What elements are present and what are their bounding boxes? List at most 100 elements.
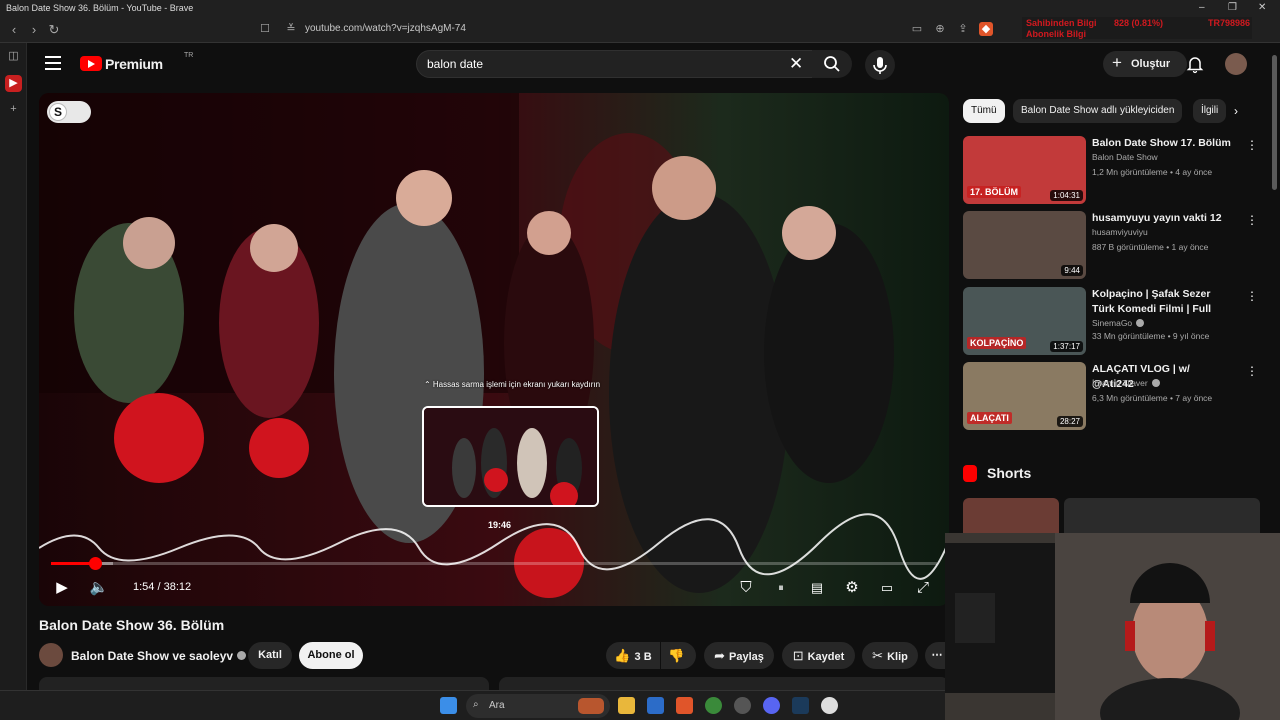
fullscreen-icon[interactable]: ⤢ xyxy=(910,575,936,601)
recommendation-channel[interactable]: İbrahim Tilaver xyxy=(1092,378,1148,388)
short-thumbnail[interactable] xyxy=(1064,498,1260,538)
reload-icon[interactable]: ↻ xyxy=(45,21,63,39)
brave-icon[interactable] xyxy=(676,697,693,714)
windows-start-icon[interactable] xyxy=(440,697,457,714)
forward-icon[interactable]: › xyxy=(25,21,43,39)
verified-icon xyxy=(237,651,247,660)
recommendation-thumbnail[interactable]: ALAÇATI 28:27 xyxy=(963,362,1086,430)
recommendation-channel-wrap[interactable]: SinemaGo xyxy=(1092,318,1145,328)
recommendation-channel-wrap[interactable]: husamviyuviyu xyxy=(1092,227,1148,237)
subscribe-button[interactable]: Abone ol xyxy=(299,642,363,669)
recommendation-channel[interactable]: SinemaGo xyxy=(1092,318,1132,328)
recommendation-item[interactable]: KOLPAÇİNO 1:37:17 Kolpaçino | Şafak Sezer … xyxy=(963,287,1263,355)
theater-mode-icon[interactable]: ▭ xyxy=(874,575,900,601)
menu-icon[interactable] xyxy=(45,56,61,70)
clear-search-icon[interactable]: ✕ xyxy=(789,54,803,74)
like-button[interactable]: 👍 3 B xyxy=(606,642,660,669)
recommendation-title[interactable]: Kolpaçino | Şafak Sezer Türk Komedi Film… xyxy=(1092,287,1232,317)
recommendation-title[interactable]: Balon Date Show 17. Bölüm xyxy=(1092,136,1232,151)
join-button[interactable]: Katıl xyxy=(248,642,292,669)
share-button[interactable]: ➦ Paylaş xyxy=(704,642,774,669)
subtitles-icon[interactable]: ▤ xyxy=(804,575,830,601)
recommendation-meta: 33 Mn görüntüleme • 9 yıl önce xyxy=(1092,331,1210,341)
recommendation-thumbnail[interactable]: 17. BÖLÜM 1:04:31 xyxy=(963,136,1086,204)
bookmark-icon[interactable]: ☐ xyxy=(258,22,272,36)
page-scrollbar[interactable] xyxy=(1270,43,1280,533)
mic-icon xyxy=(873,57,887,74)
minimize-icon[interactable]: – xyxy=(1199,2,1205,13)
more-vert-icon[interactable]: ⋮ xyxy=(1246,213,1258,227)
description-card[interactable] xyxy=(39,677,489,690)
recommendation-item[interactable]: 17. BÖLÜM 1:04:31 Balon Date Show 17. Bölü… xyxy=(963,136,1263,204)
recommendation-channel[interactable]: husamviyuviyu xyxy=(1092,227,1148,237)
video-title: Balon Date Show 36. Bölüm xyxy=(39,617,225,633)
video-player[interactable]: S ⌃ Hassas sarma işlemi için ekranı yuka… xyxy=(39,93,949,606)
clip-button[interactable]: ✂ Klip xyxy=(862,642,918,669)
short-thumbnail[interactable] xyxy=(963,498,1059,538)
more-vert-icon[interactable]: ⋮ xyxy=(1246,289,1258,303)
save-button[interactable]: ⊡ Kaydet xyxy=(782,642,855,669)
more-vert-icon[interactable]: ⋮ xyxy=(1246,138,1258,152)
recommendation-meta: 1,2 Mn görüntüleme • 4 ay önce xyxy=(1092,167,1213,177)
comment-card[interactable] xyxy=(499,677,949,690)
taskbar-search[interactable]: ⌕ Ara xyxy=(466,694,610,718)
chip-all[interactable]: Tümü xyxy=(963,99,1005,123)
obs-icon[interactable] xyxy=(821,697,838,714)
autoplay-toggle-icon[interactable]: ⏸ xyxy=(768,575,794,601)
notifications-button[interactable] xyxy=(1185,54,1205,74)
channel-name-wrap[interactable]: Balon Date Show ve saoleyv xyxy=(71,649,247,663)
close-window-icon[interactable]: ✕ xyxy=(1258,2,1266,13)
steam-icon[interactable] xyxy=(792,697,809,714)
brave-shield-icon[interactable]: ◆ xyxy=(979,22,993,36)
window-title: Balon Date Show 36. Bölüm - YouTube - Br… xyxy=(6,3,194,13)
app-icon[interactable] xyxy=(705,697,722,714)
channel-name[interactable]: Balon Date Show ve saoleyv xyxy=(71,649,233,663)
recommendation-channel-wrap[interactable]: Balon Date Show xyxy=(1092,152,1158,162)
chevron-right-icon[interactable]: › xyxy=(1234,104,1238,118)
zoom-icon[interactable]: ⊕ xyxy=(933,22,947,36)
url-field[interactable]: youtube.com/watch?v=jzqhsAgM-74 xyxy=(305,23,466,34)
channel-avatar[interactable] xyxy=(39,643,63,667)
back-icon[interactable]: ‹ xyxy=(5,21,23,39)
bell-icon xyxy=(1186,57,1204,74)
store-icon[interactable] xyxy=(647,697,664,714)
create-button[interactable]: + Oluştur xyxy=(1103,51,1187,77)
dislike-button[interactable]: 👎 xyxy=(661,642,696,669)
restore-icon[interactable]: ❐ xyxy=(1228,2,1237,13)
overlay-text-4: Abonelik Bilgi xyxy=(1026,29,1087,39)
extension-toggle[interactable]: S xyxy=(47,101,91,123)
more-vert-icon[interactable]: ⋮ xyxy=(1246,364,1258,378)
share-icon[interactable]: ⇪ xyxy=(956,22,970,36)
settings-icon[interactable]: ⚙ xyxy=(839,575,865,601)
voice-search-button[interactable] xyxy=(865,50,895,80)
logo-country: TR xyxy=(184,52,194,59)
progress-bar[interactable] xyxy=(51,557,937,570)
recommendation-thumbnail[interactable]: 9:44 xyxy=(963,211,1086,279)
scrollbar-thumb[interactable] xyxy=(1272,55,1277,190)
recommendation-title[interactable]: husamyuyu yayın vakti 12 xyxy=(1092,211,1232,226)
recommendation-item[interactable]: ALAÇATI 28:27 ALAÇATI VLOG | w/ @Ati242 İbr… xyxy=(963,362,1263,430)
chip-uploader[interactable]: Balon Date Show adlı yükleyiciden xyxy=(1013,99,1183,123)
join-label: Katıl xyxy=(258,649,282,661)
recommendation-item[interactable]: 9:44 husamyuyu yayın vakti 12 husamviyuviy… xyxy=(963,211,1263,279)
account-avatar[interactable] xyxy=(1225,53,1247,75)
search-input[interactable] xyxy=(427,55,767,73)
search-button[interactable] xyxy=(812,50,852,78)
play-icon[interactable]: ▶ xyxy=(49,575,75,601)
recommendation-thumbnail[interactable]: KOLPAÇİNO 1:37:17 xyxy=(963,287,1086,355)
site-info-icon[interactable]: ≚ xyxy=(284,22,298,36)
chrome-icon[interactable] xyxy=(734,697,751,714)
chip-related[interactable]: İlgili xyxy=(1193,99,1227,123)
recommendation-channel-wrap[interactable]: İbrahim Tilaver xyxy=(1092,378,1160,388)
search-box[interactable]: ✕ xyxy=(416,50,832,78)
sidebar-panel-icon[interactable]: ◫ xyxy=(5,48,22,65)
add-app-icon[interactable]: + xyxy=(5,101,22,118)
sponsor-block-icon[interactable]: ⛉ xyxy=(733,575,759,601)
recommendation-channel[interactable]: Balon Date Show xyxy=(1092,152,1158,162)
youtube-header: Premium TR ✕ + Oluştur xyxy=(27,43,1280,85)
youtube-app-icon[interactable]: ▶ xyxy=(5,75,22,92)
file-explorer-icon[interactable] xyxy=(618,697,635,714)
discord-icon[interactable] xyxy=(763,697,780,714)
volume-icon[interactable]: 🔈 xyxy=(86,575,112,601)
cast-icon[interactable]: ▭ xyxy=(910,22,924,36)
